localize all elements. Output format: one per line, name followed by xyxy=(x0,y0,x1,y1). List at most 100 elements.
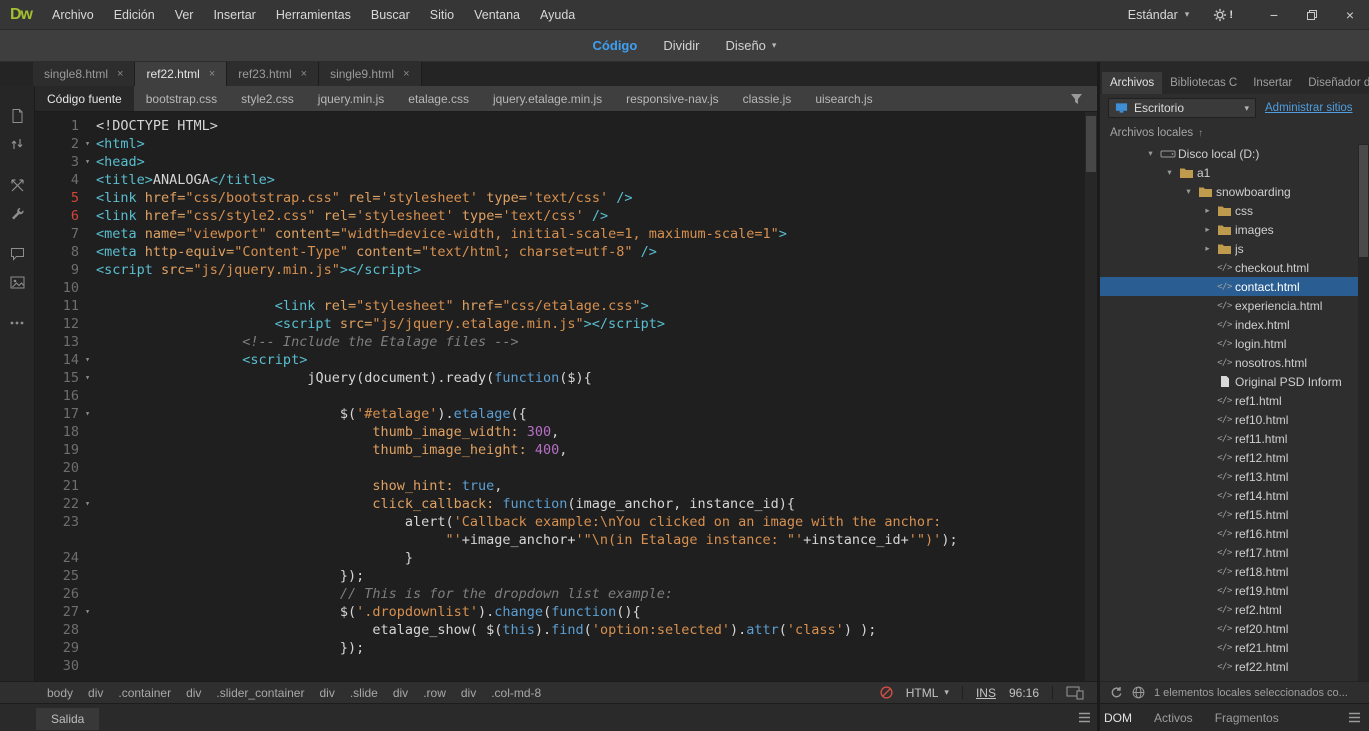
related-file-classie.js[interactable]: classie.js xyxy=(731,86,804,111)
related-file-Código fuente[interactable]: Código fuente xyxy=(35,86,134,111)
related-file-style2.css[interactable]: style2.css xyxy=(229,86,306,111)
tree-item-contact.html[interactable]: </>contact.html xyxy=(1100,277,1369,296)
tree-item-ref22.html[interactable]: </>ref22.html xyxy=(1100,657,1369,676)
file-management-icon[interactable] xyxy=(0,130,34,158)
code-line-25[interactable]: 25}); xyxy=(35,567,1097,585)
view-mode-dividir[interactable]: Dividir xyxy=(663,38,699,53)
panel-menu-icon[interactable] xyxy=(1348,712,1361,723)
close-tab-icon[interactable]: × xyxy=(403,68,409,80)
tag-div[interactable]: div xyxy=(88,686,103,700)
fold-arrow-icon[interactable]: ▾ xyxy=(79,135,96,153)
tree-item-experiencia.html[interactable]: </>experiencia.html xyxy=(1100,296,1369,315)
code-line-27[interactable]: 27▾$('.dropdownlist').change(function(){ xyxy=(35,603,1097,621)
panel-tab-Bibliotecas C[interactable]: Bibliotecas C xyxy=(1162,72,1245,94)
minimize-button[interactable]: − xyxy=(1255,0,1293,29)
doc-tab-ref22.html[interactable]: ref22.html× xyxy=(135,62,227,86)
code-line-30[interactable]: 30 xyxy=(35,657,1097,675)
doc-type-dropdown[interactable]: HTML ▾ xyxy=(906,686,949,700)
collapse-icon[interactable]: ▾ xyxy=(1163,167,1176,178)
tag-body[interactable]: body xyxy=(47,686,73,700)
tag-.slider_container[interactable]: .slider_container xyxy=(216,686,304,700)
code-line-29[interactable]: 29}); xyxy=(35,639,1097,657)
doc-tab-single8.html[interactable]: single8.html× xyxy=(33,62,135,86)
code-line-23[interactable]: 23alert('Callback example:\nYou clicked … xyxy=(35,513,1097,531)
bottom-tab-fragmentos[interactable]: Fragmentos xyxy=(1215,711,1279,725)
tree-item-ref20.html[interactable]: </>ref20.html xyxy=(1100,619,1369,638)
tree-item-login.html[interactable]: </>login.html xyxy=(1100,334,1369,353)
bottom-tab-activos[interactable]: Activos xyxy=(1154,711,1193,725)
format-source-icon[interactable] xyxy=(0,199,34,227)
related-file-responsive-nav.js[interactable]: responsive-nav.js xyxy=(614,86,730,111)
tree-item-index.html[interactable]: </>index.html xyxy=(1100,315,1369,334)
tag-div[interactable]: div xyxy=(393,686,408,700)
restore-button[interactable] xyxy=(1293,0,1331,29)
code-line-15[interactable]: 15▾jQuery(document).ready(function($){ xyxy=(35,369,1097,387)
refresh-icon[interactable] xyxy=(1110,686,1123,699)
code-line-wrap[interactable]: "'+image_anchor+'"\n(in Etalage instance… xyxy=(35,531,1097,549)
globe-icon[interactable] xyxy=(1132,686,1145,699)
close-tab-icon[interactable]: × xyxy=(117,68,123,80)
error-indicator-icon[interactable] xyxy=(880,686,893,699)
close-tab-icon[interactable]: × xyxy=(209,68,215,80)
related-file-bootstrap.css[interactable]: bootstrap.css xyxy=(134,86,229,111)
code-line-12[interactable]: 12<script src="js/jquery.etalage.min.js"… xyxy=(35,315,1097,333)
code-line-11[interactable]: 11<link rel="stylesheet" href="css/etala… xyxy=(35,297,1097,315)
device-preview-icon[interactable] xyxy=(1066,686,1084,700)
doc-tab-ref23.html[interactable]: ref23.html× xyxy=(227,62,319,86)
code-line-14[interactable]: 14▾<script> xyxy=(35,351,1097,369)
code-line-17[interactable]: 17▾$('#etalage').etalage({ xyxy=(35,405,1097,423)
sync-settings-button[interactable]: ! xyxy=(1213,8,1233,22)
tag-div[interactable]: div xyxy=(186,686,201,700)
tree-item-ref18.html[interactable]: </>ref18.html xyxy=(1100,562,1369,581)
code-line-18[interactable]: 18thumb_image_width: 300, xyxy=(35,423,1097,441)
tree-item-ref21.html[interactable]: </>ref21.html xyxy=(1100,638,1369,657)
code-line-9[interactable]: 9<script src="js/jquery.min.js"></script… xyxy=(35,261,1097,279)
fold-arrow-icon[interactable]: ▾ xyxy=(79,405,96,423)
menu-sitio[interactable]: Sitio xyxy=(420,8,464,22)
expand-icon[interactable]: ▸ xyxy=(1201,243,1214,254)
code-scrollbar-thumb[interactable] xyxy=(1086,116,1096,172)
tree-item-ref2.html[interactable]: </>ref2.html xyxy=(1100,600,1369,619)
menu-herramientas[interactable]: Herramientas xyxy=(266,8,361,22)
fold-arrow-icon[interactable]: ▾ xyxy=(79,153,96,171)
code-line-8[interactable]: 8<meta http-equiv="Content-Type" content… xyxy=(35,243,1097,261)
tree-item-Original PSD Inform[interactable]: Original PSD Inform xyxy=(1100,372,1369,391)
tree-item-checkout.html[interactable]: </>checkout.html xyxy=(1100,258,1369,277)
code-line-6[interactable]: 6<link href="css/style2.css" rel='styles… xyxy=(35,207,1097,225)
tag-.col-md-8[interactable]: .col-md-8 xyxy=(491,686,541,700)
tree-item-ref14.html[interactable]: </>ref14.html xyxy=(1100,486,1369,505)
code-line-1[interactable]: 1<!DOCTYPE HTML> xyxy=(35,117,1097,135)
related-file-etalage.css[interactable]: etalage.css xyxy=(396,86,481,111)
menu-ayuda[interactable]: Ayuda xyxy=(530,8,585,22)
code-line-13[interactable]: 13<!-- Include the Etalage files --> xyxy=(35,333,1097,351)
fold-arrow-icon[interactable]: ▾ xyxy=(79,495,96,513)
panel-tab-Insertar[interactable]: Insertar xyxy=(1245,72,1300,94)
code-line-3[interactable]: 3▾<head> xyxy=(35,153,1097,171)
tree-item-ref12.html[interactable]: </>ref12.html xyxy=(1100,448,1369,467)
expand-icon[interactable]: ▸ xyxy=(1201,205,1214,216)
tree-item-ref17.html[interactable]: </>ref17.html xyxy=(1100,543,1369,562)
code-line-4[interactable]: 4<title>ANALOGA</title> xyxy=(35,171,1097,189)
close-tab-icon[interactable]: × xyxy=(301,68,307,80)
output-tab[interactable]: Salida xyxy=(36,708,99,730)
code-editor[interactable]: 1<!DOCTYPE HTML>2▾<html>3▾<head>4<title>… xyxy=(35,112,1097,681)
tree-item-ref11.html[interactable]: </>ref11.html xyxy=(1100,429,1369,448)
code-line-5[interactable]: 5<link href="css/bootstrap.css" rel='sty… xyxy=(35,189,1097,207)
collapse-icon[interactable]: ▾ xyxy=(1144,148,1157,159)
related-file-jquery.min.js[interactable]: jquery.min.js xyxy=(306,86,396,111)
code-scrollbar[interactable] xyxy=(1085,112,1097,681)
tree-item-ref13.html[interactable]: </>ref13.html xyxy=(1100,467,1369,486)
close-button[interactable]: × xyxy=(1331,0,1369,29)
manage-sites-link[interactable]: Administrar sitios xyxy=(1265,102,1353,114)
fold-arrow-icon[interactable]: ▾ xyxy=(79,603,96,621)
menu-archivo[interactable]: Archivo xyxy=(42,8,104,22)
panel-tab-Diseñador de[interactable]: Diseñador de xyxy=(1300,72,1369,94)
tag-.slide[interactable]: .slide xyxy=(350,686,378,700)
toolbar-options-icon[interactable] xyxy=(0,309,34,337)
workspace-switcher[interactable]: Estándar ▾ xyxy=(1128,8,1190,22)
tree-item-ref15.html[interactable]: </>ref15.html xyxy=(1100,505,1369,524)
tree-item-images[interactable]: ▸images xyxy=(1100,220,1369,239)
code-line-24[interactable]: 24} xyxy=(35,549,1097,567)
tree-scrollbar-thumb[interactable] xyxy=(1359,145,1368,257)
code-line-16[interactable]: 16 xyxy=(35,387,1097,405)
